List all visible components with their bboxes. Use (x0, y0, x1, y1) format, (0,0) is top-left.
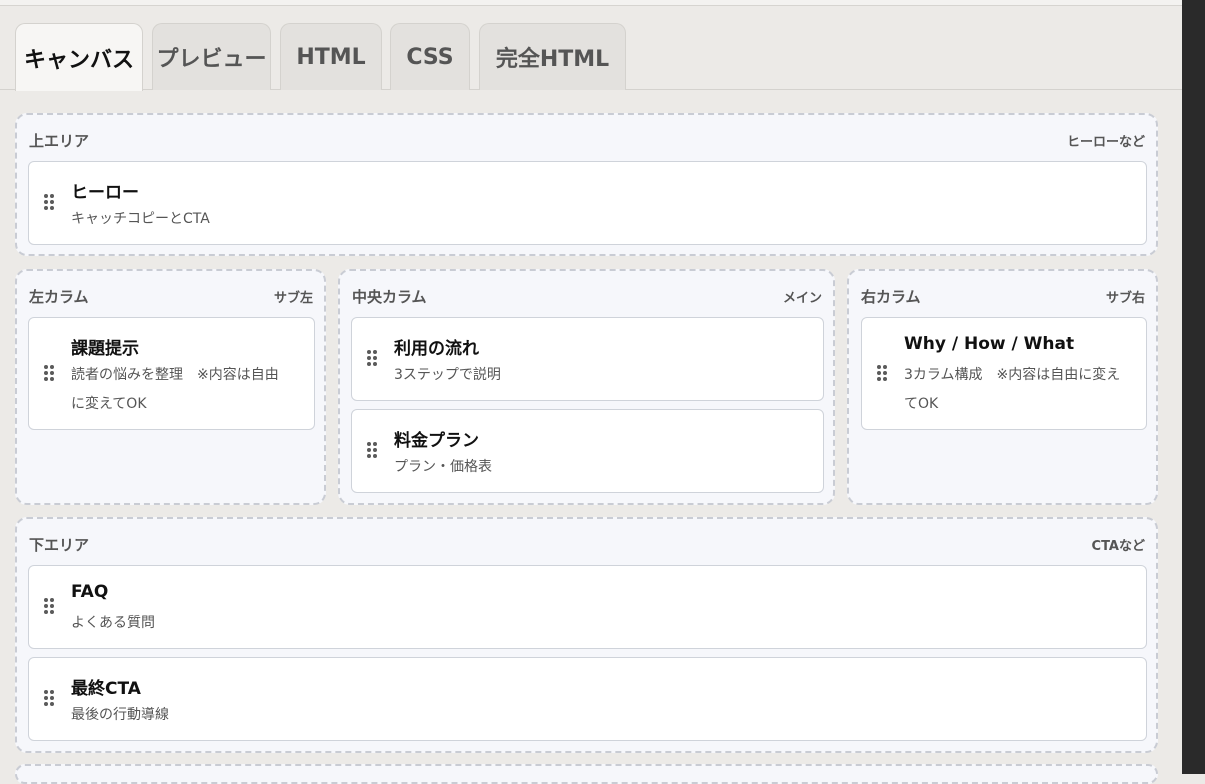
top-area: 上エリア ヒーローなど ヒーロー キャッチコピーとCTA (15, 113, 1158, 256)
area-hint: ヒーローなど (1066, 135, 1145, 150)
drag-handle-icon[interactable] (367, 350, 381, 370)
next-area-edge (15, 764, 1158, 784)
left-column-area: 左カラム サブ左 課題提示 読者の悩みを整理 ※内容は自由 に変えてOK (15, 269, 326, 505)
area-hint: サブ右 (1105, 291, 1145, 306)
card-title: FAQ (71, 582, 109, 602)
tab-canvas[interactable]: キャンバス (15, 23, 143, 91)
card-desc: キャッチコピーとCTA (71, 211, 210, 227)
area-label: 下エリア (29, 536, 90, 554)
tab-css[interactable]: CSS (390, 23, 470, 90)
card-faq[interactable]: FAQ よくある質問 (28, 565, 1147, 649)
card-pricing[interactable]: 料金プラン プラン・価格表 (351, 409, 824, 493)
card-desc-line: に変えてOK (71, 396, 147, 412)
card-title: 利用の流れ (394, 339, 479, 359)
card-title: Why / How / What (904, 334, 1075, 354)
area-label: 左カラム (29, 288, 89, 306)
area-label: 中央カラム (352, 288, 427, 306)
bottom-area: 下エリア CTAなど FAQ よくある質問 最終CTA 最後の行動導線 (15, 517, 1158, 753)
card-desc: 最後の行動導線 (71, 707, 169, 723)
card-desc: 3カラム構成 ※内容は自由に変え てOK (904, 361, 1120, 419)
drag-handle-icon[interactable] (44, 365, 58, 385)
tab-html[interactable]: HTML (280, 23, 382, 90)
card-desc-line: 3カラム構成 ※内容は自由に変え (904, 367, 1121, 383)
area-hint: メイン (782, 291, 822, 306)
card-why-how-what[interactable]: Why / How / What 3カラム構成 ※内容は自由に変え てOK (861, 317, 1147, 430)
card-desc-line: 読者の悩みを整理 ※内容は自由 (71, 367, 279, 383)
card-desc-line: てOK (904, 396, 939, 412)
area-hint: サブ左 (273, 291, 313, 306)
tab-bar: キャンバス プレビュー HTML CSS 完全HTML (0, 6, 1182, 91)
side-panel-edge (1182, 0, 1205, 774)
card-title: 料金プラン (394, 431, 479, 451)
card-hero[interactable]: ヒーロー キャッチコピーとCTA (28, 161, 1147, 245)
drag-handle-icon[interactable] (367, 442, 381, 462)
card-final-cta[interactable]: 最終CTA 最後の行動導線 (28, 657, 1147, 741)
card-desc: よくある質問 (71, 615, 155, 631)
tab-full-html[interactable]: 完全HTML (479, 23, 626, 90)
card-problem[interactable]: 課題提示 読者の悩みを整理 ※内容は自由 に変えてOK (28, 317, 315, 430)
card-desc: 3ステップで説明 (394, 367, 501, 383)
area-label: 上エリア (29, 132, 90, 150)
card-desc: プラン・価格表 (394, 459, 492, 475)
center-column-area: 中央カラム メイン 利用の流れ 3ステップで説明 料金プラン プラン・価格表 (338, 269, 835, 505)
card-title: ヒーロー (71, 183, 139, 203)
right-column-area: 右カラム サブ右 Why / How / What 3カラム構成 ※内容は自由に… (847, 269, 1158, 505)
drag-handle-icon[interactable] (44, 194, 58, 214)
card-title: 最終CTA (71, 679, 141, 699)
area-label: 右カラム (861, 288, 921, 306)
tab-preview[interactable]: プレビュー (152, 23, 271, 90)
card-desc: 読者の悩みを整理 ※内容は自由 に変えてOK (71, 361, 279, 419)
drag-handle-icon[interactable] (877, 365, 891, 385)
area-hint: CTAなど (1091, 539, 1145, 554)
card-flow[interactable]: 利用の流れ 3ステップで説明 (351, 317, 824, 401)
drag-handle-icon[interactable] (44, 690, 58, 710)
drag-handle-icon[interactable] (44, 598, 58, 618)
card-title: 課題提示 (71, 339, 139, 359)
